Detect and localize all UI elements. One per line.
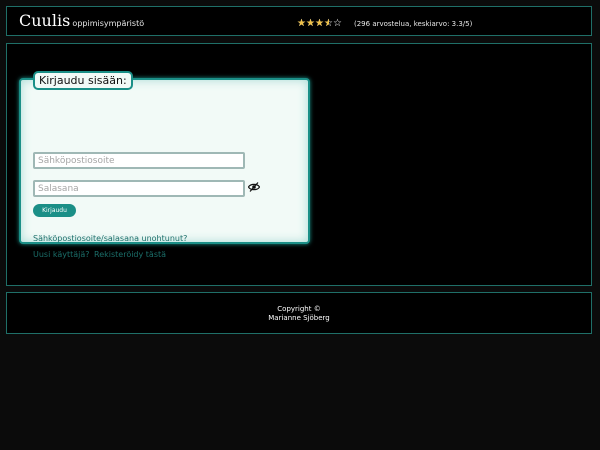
star-icon[interactable]: ☆ ★	[306, 19, 315, 29]
brand-logo[interactable]: Cuulis	[19, 11, 70, 30]
rating-summary: (296 arvostelua, keskiarvo: 3.3/5)	[354, 20, 473, 28]
rating-stars[interactable]: ☆ ★ ☆ ★ ☆ ★ ☆ ★ ☆	[297, 19, 342, 29]
login-button[interactable]: Kirjaudu	[33, 204, 76, 217]
copyright-line: Copyright ©	[277, 305, 321, 313]
site-footer: Copyright © Marianne Sjöberg	[6, 292, 592, 334]
site-rating: ☆ ★ ☆ ★ ☆ ★ ☆ ★ ☆ (296 arvostelua, keskiarvo: 3.…	[297, 19, 472, 29]
forgot-password-link[interactable]: Sähköpostiosoite/salasana unohtunut?	[33, 234, 187, 243]
new-user-label: Uusi käyttäjä?	[33, 250, 90, 259]
star-icon[interactable]: ☆ ★	[324, 19, 333, 29]
copyright-owner: Marianne Sjöberg	[268, 314, 330, 322]
login-title: Kirjaudu sisään:	[33, 71, 133, 90]
site-header: Cuulis - oppimisympäristö ☆ ★ ☆ ★ ☆ ★ ☆ ★ ☆ (296…	[6, 6, 592, 36]
password-field[interactable]	[33, 180, 245, 197]
main-content: Kirjaudu sisään: Kirjaudu Sähköpostiosoi…	[6, 43, 592, 286]
email-field[interactable]	[33, 152, 245, 169]
star-icon[interactable]: ☆ ★	[297, 19, 306, 29]
copyright-text: Copyright © Marianne Sjöberg	[7, 305, 591, 323]
login-card: Kirjaudu sisään: Kirjaudu Sähköpostiosoi…	[19, 71, 310, 259]
register-link[interactable]: Rekisteröidy tästä	[94, 250, 166, 259]
eye-icon[interactable]	[248, 181, 260, 193]
star-icon[interactable]: ☆	[333, 19, 342, 29]
brand-tagline: - oppimisympäristö	[67, 19, 145, 28]
star-icon[interactable]: ☆ ★	[315, 19, 324, 29]
